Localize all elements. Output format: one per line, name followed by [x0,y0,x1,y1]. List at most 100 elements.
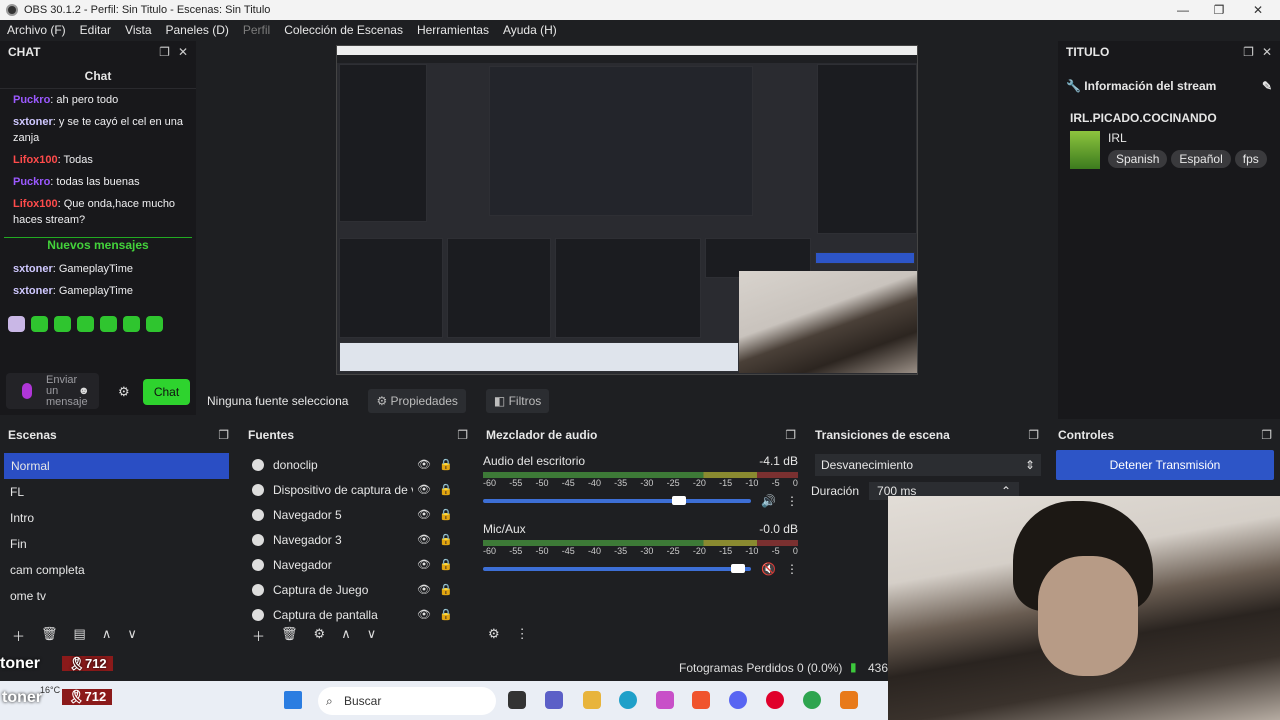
menu-perfil[interactable]: Perfil [236,23,277,37]
lock-icon[interactable]: 🔒 [435,508,457,521]
lock-icon[interactable]: 🔒 [435,483,457,496]
tag-espanol[interactable]: Español [1171,150,1231,168]
menu-archivo[interactable]: Archivo (F) [0,23,73,37]
properties-button[interactable]: ⚙ Propiedades [368,389,466,413]
teams-icon[interactable] [545,691,563,709]
more-options-icon[interactable]: ⋮ [786,562,798,576]
chat-username[interactable]: sxtoner [13,285,53,297]
chat-username[interactable]: Puckro [13,176,50,188]
undock-icon[interactable]: ❐ [159,45,170,59]
scene-item-ome-tv[interactable]: ome tv [0,583,237,609]
scene-item-fin[interactable]: Fin [0,531,237,557]
volume-slider[interactable] [483,564,752,573]
close-icon[interactable]: ✕ [178,45,188,59]
speaker-icon[interactable]: 🔊 [761,494,776,508]
emote-icon[interactable] [100,316,117,332]
menu-paneles[interactable]: Paneles (D) [159,23,236,37]
scene-item-normal[interactable]: Normal [4,453,229,479]
trash-icon[interactable]: 🗑 [41,626,58,645]
menu-vista[interactable]: Vista [118,23,158,37]
minimize-button[interactable]: — [1163,0,1203,20]
edit-icon[interactable]: ✎ [1262,79,1272,93]
emote-icon[interactable] [146,316,163,332]
eye-icon[interactable]: 👁 [413,458,435,471]
source-item[interactable]: Dispositivo de captura de vi 👁 🔒 [240,477,476,502]
windows-start-icon[interactable] [284,691,302,709]
menu-editar[interactable]: Editar [73,23,118,37]
chat-input[interactable]: Enviar un mensaje ☻ [6,373,99,409]
chevron-down-icon[interactable]: ∨ [127,626,137,645]
undock-icon[interactable]: ❐ [1261,428,1272,442]
lock-icon[interactable]: 🔒 [435,583,457,596]
chat-username[interactable]: sxtoner [13,116,53,128]
eye-icon[interactable]: 👁 [413,608,435,621]
folder-icon[interactable] [583,691,601,709]
more-options-icon[interactable]: ⋮ [786,494,798,508]
tag-spanish[interactable]: Spanish [1108,150,1168,168]
chat-username[interactable]: Lifox100 [13,198,58,210]
advanced-audio-icon[interactable]: ⚙ [488,626,500,642]
scene-item-cam-completa[interactable]: cam completa [0,557,237,583]
close-icon[interactable]: ✕ [1262,45,1272,59]
chevron-up-icon[interactable]: ∧ [341,626,351,645]
maximize-button[interactable]: ❐ [1199,0,1239,20]
lock-icon[interactable]: 🔒 [435,558,457,571]
lock-icon[interactable]: 🔒 [435,533,457,546]
volume-slider[interactable] [483,496,752,505]
discord-icon[interactable] [729,691,747,709]
copilot-icon[interactable] [656,691,674,709]
filters-button[interactable]: ◧ Filtros [485,389,550,413]
menu-coleccion[interactable]: Colección de Escenas [277,23,410,37]
undock-icon[interactable]: ❐ [1243,45,1254,59]
eye-icon[interactable]: 👁 [413,533,435,546]
lock-icon[interactable]: 🔒 [435,458,457,471]
scene-item-fl[interactable]: FL [0,479,237,505]
undock-icon[interactable]: ❐ [218,428,229,442]
volume-knob[interactable] [730,564,745,573]
tag-fps[interactable]: fps [1234,150,1267,168]
edge-icon[interactable] [619,691,637,709]
more-options-icon[interactable]: ⋮ [516,626,529,642]
source-item[interactable]: donoclip 👁 🔒 [240,452,476,477]
eye-icon[interactable]: 👁 [413,558,435,571]
undock-icon[interactable]: ❐ [785,428,796,442]
add-icon[interactable]: ＋ [252,626,265,645]
opera-icon[interactable] [766,691,784,709]
menu-herramientas[interactable]: Herramientas [410,23,496,37]
chat-username[interactable]: sxtoner [13,263,53,275]
trash-icon[interactable]: 🗑 [281,626,298,645]
chevron-down-icon[interactable]: ∨ [367,626,377,645]
eye-icon[interactable]: 👁 [413,483,435,496]
settings-gear-icon[interactable]: ⚙ [118,384,130,400]
source-item[interactable]: Navegador 3 👁 🔒 [240,527,476,552]
mic-icon[interactable] [22,383,32,399]
chrome-icon[interactable] [803,691,821,709]
chat-username[interactable]: Puckro [13,94,50,106]
stop-stream-button[interactable]: Detener Transmisión [1056,450,1274,480]
undock-icon[interactable]: ❐ [1028,428,1039,442]
scene-item-intro[interactable]: Intro [0,505,237,531]
emoji-icon[interactable]: ☻ [78,385,90,397]
source-item[interactable]: Navegador 5 👁 🔒 [240,502,476,527]
scene-filter-icon[interactable]: ▤ [74,626,86,645]
taskview-icon[interactable] [508,691,526,709]
eye-icon[interactable]: 👁 [413,583,435,596]
muted-speaker-icon[interactable]: 🔇 [761,562,776,576]
menu-ayuda[interactable]: Ayuda (H) [496,23,564,37]
taskbar-search[interactable]: ⌕ Buscar [318,687,496,715]
close-button[interactable]: ✕ [1238,0,1278,20]
transition-select[interactable]: Desvanecimiento ⇕ [815,454,1041,476]
emote-icon[interactable] [31,316,48,332]
emote-icon[interactable] [8,316,25,332]
emote-icon[interactable] [77,316,94,332]
chevron-up-icon[interactable]: ∧ [102,626,112,645]
app-icon[interactable] [840,691,858,709]
chat-username[interactable]: Lifox100 [13,154,58,166]
gear-icon[interactable]: ⚙ [314,626,326,645]
source-item[interactable]: Navegador 👁 🔒 [240,552,476,577]
add-icon[interactable]: ＋ [12,626,25,645]
brave-icon[interactable] [692,691,710,709]
emote-icon[interactable] [54,316,71,332]
source-item[interactable]: Captura de Juego 👁 🔒 [240,577,476,602]
new-messages-divider[interactable]: Nuevos mensajes [4,237,192,252]
